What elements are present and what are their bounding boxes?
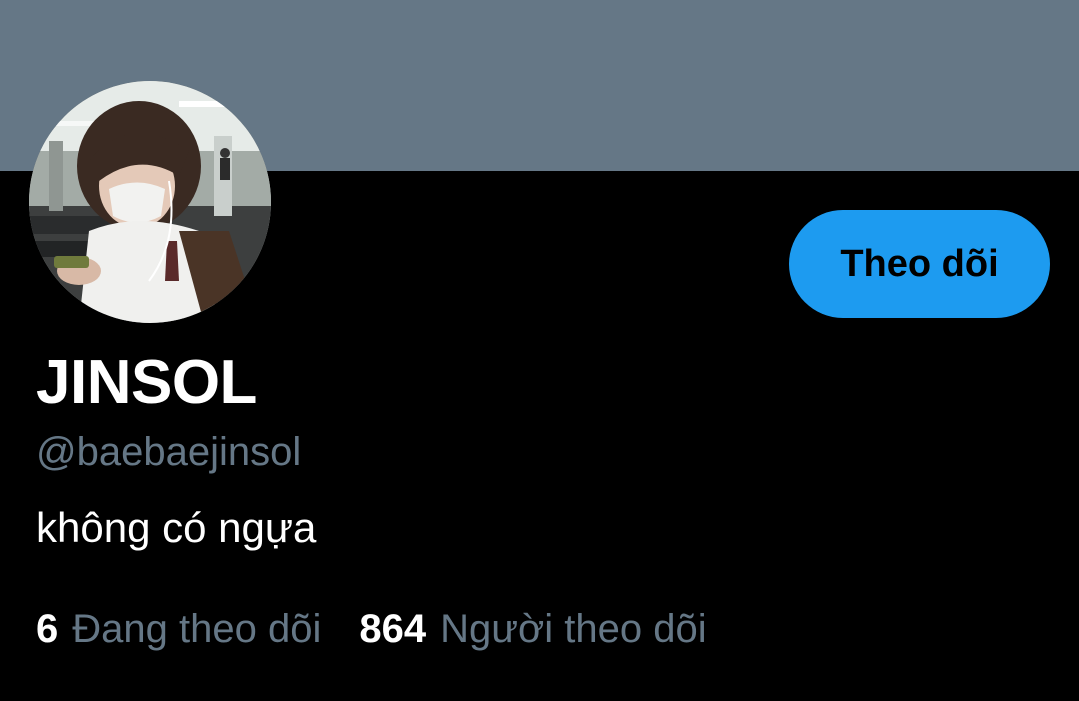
following-stat[interactable]: 6 Đang theo dõi bbox=[36, 609, 321, 649]
followers-count: 864 bbox=[359, 607, 427, 651]
followers-stat[interactable]: 864 Người theo dõi bbox=[359, 609, 706, 649]
follow-button[interactable]: Theo dõi bbox=[789, 210, 1050, 318]
profile-avatar[interactable] bbox=[29, 81, 271, 323]
profile-header: Theo dõi JINSOL @baebaejinsol không có n… bbox=[0, 0, 1079, 701]
following-label: Đang theo dõi bbox=[72, 607, 322, 651]
follow-stats: 6 Đang theo dõi 864 Người theo dõi bbox=[36, 609, 707, 649]
profile-bio: không có ngựa bbox=[36, 504, 317, 551]
username-handle: @baebaejinsol bbox=[36, 430, 302, 474]
display-name: JINSOL bbox=[36, 348, 257, 417]
avatar-photo bbox=[29, 81, 271, 323]
following-count: 6 bbox=[36, 607, 59, 651]
followers-label: Người theo dõi bbox=[440, 607, 707, 651]
